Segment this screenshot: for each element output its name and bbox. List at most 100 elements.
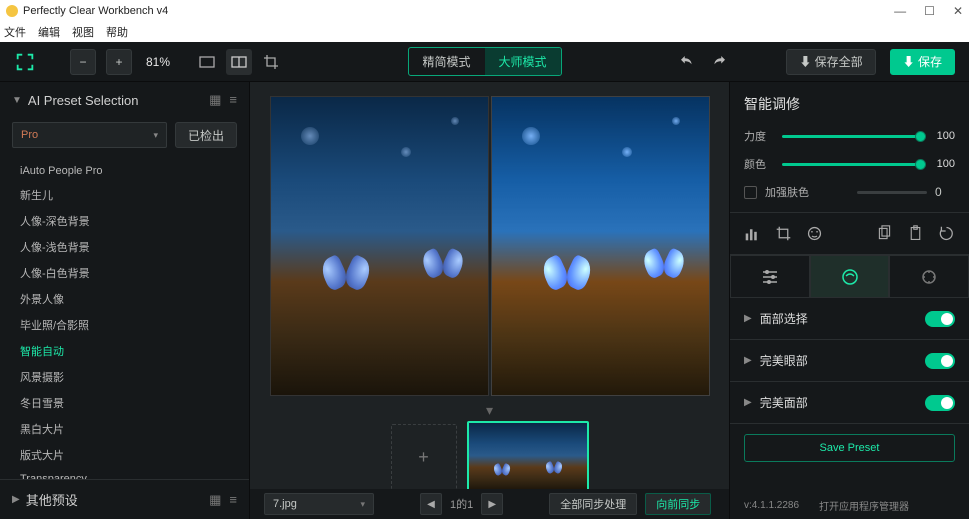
skin-boost-value: 0 — [935, 185, 955, 199]
preset-profile-dropdown[interactable]: Pro ▾ — [12, 122, 167, 148]
preset-item[interactable]: 风景摄影 — [0, 364, 249, 390]
ai-preset-title: AI Preset Selection — [28, 93, 139, 108]
product-logo-icon — [14, 51, 36, 73]
menu-edit[interactable]: 编辑 — [38, 24, 60, 40]
preset-item[interactable]: 新生儿 — [0, 182, 249, 208]
reset-icon[interactable] — [938, 225, 955, 242]
tab-finish[interactable] — [889, 255, 969, 297]
slider-knob[interactable] — [915, 159, 926, 170]
adjust-tabs — [730, 255, 969, 298]
prev-image-button[interactable]: ◀ — [420, 493, 442, 515]
crop-icon[interactable] — [775, 225, 792, 242]
zoom-in-button[interactable]: + — [106, 49, 132, 75]
undo-button[interactable] — [678, 53, 696, 71]
filmstrip: + — [391, 421, 589, 493]
mode-master-tab[interactable]: 大师模式 — [485, 48, 561, 75]
expand-icon: ▶ — [12, 494, 20, 505]
right-panel: 智能调修 力度100颜色100 加强肤色 0 ▶面部选择▶完 — [729, 82, 969, 519]
ai-preset-header[interactable]: ▼ AI Preset Selection ▦ ≡ — [0, 82, 249, 118]
preset-item[interactable]: 冬日雪景 — [0, 390, 249, 416]
image-counter: 1的1 — [450, 496, 473, 512]
thumbnail-selected[interactable] — [467, 421, 589, 493]
skin-boost-checkbox[interactable] — [744, 186, 757, 199]
tab-face[interactable] — [810, 255, 890, 297]
sync-all-button[interactable]: 全部同步处理 — [549, 493, 637, 515]
left-panel: ▼ AI Preset Selection ▦ ≡ Pro ▾ 已检出 iAut… — [0, 82, 250, 519]
preset-item[interactable]: 智能自动 — [0, 338, 249, 364]
window-title: Perfectly Clear Workbench v4 — [23, 5, 168, 17]
minimize-button[interactable]: — — [894, 4, 906, 18]
preview-after — [491, 96, 710, 396]
save-all-button[interactable]: ⬇ 保存全部 — [786, 49, 875, 75]
save-preset-button[interactable]: Save Preset — [744, 434, 955, 462]
zoom-out-button[interactable]: − — [70, 49, 96, 75]
slider-label: 颜色 — [744, 156, 774, 172]
preset-item[interactable]: 人像-浅色背景 — [0, 234, 249, 260]
view-crop-button[interactable] — [258, 49, 284, 75]
other-presets-header[interactable]: ▶ 其他预设 ▦ ≡ — [0, 480, 249, 519]
adjust-section[interactable]: ▶完美眼部 — [730, 340, 969, 382]
preset-item[interactable]: 外景人像 — [0, 286, 249, 312]
menubar: 文件 编辑 视图 帮助 — [0, 22, 969, 42]
preset-item[interactable]: 人像-白色背景 — [0, 260, 249, 286]
redo-button[interactable] — [710, 53, 728, 71]
preview-before — [270, 96, 489, 396]
section-toggle[interactable] — [925, 353, 955, 369]
slider-track[interactable] — [782, 163, 921, 166]
maximize-button[interactable]: ☐ — [924, 4, 935, 18]
preset-item[interactable]: 毕业照/合影照 — [0, 312, 249, 338]
slider-label: 力度 — [744, 128, 774, 144]
tab-sliders[interactable] — [730, 255, 810, 297]
add-image-button[interactable]: + — [391, 424, 457, 490]
app-icon — [6, 5, 18, 17]
close-button[interactable]: ✕ — [953, 4, 963, 18]
preset-item[interactable]: 黑白大片 — [0, 416, 249, 442]
paste-icon[interactable] — [907, 225, 924, 242]
slider-track[interactable] — [782, 135, 921, 138]
view-list-icon[interactable]: ≡ — [229, 492, 237, 508]
mode-simple-tab[interactable]: 精简模式 — [408, 48, 484, 75]
section-label: 面部选择 — [760, 310, 925, 327]
split-preview[interactable] — [270, 96, 710, 396]
top-toolbar: − + 81% 精简模式 大师模式 ⬇ 保存全部 ⬇ 保存 — [0, 42, 969, 82]
save-button[interactable]: ⬇ 保存 — [890, 49, 955, 75]
app-manager-link[interactable]: 打开应用程序管理器 — [819, 498, 909, 513]
preset-item[interactable]: iAuto People Pro — [0, 160, 249, 182]
expand-icon: ▶ — [744, 313, 752, 324]
sync-prev-button[interactable]: 向前同步 — [645, 493, 711, 515]
menu-view[interactable]: 视图 — [72, 24, 94, 40]
preset-item[interactable]: Transparency — [0, 468, 249, 479]
slider-value: 100 — [929, 130, 955, 142]
adjust-section[interactable]: ▶ 面部选择 — [730, 298, 969, 340]
version-label: v:4.1.1.2286 — [744, 500, 799, 511]
view-grid-icon[interactable]: ▦ — [209, 92, 221, 108]
right-footer: v:4.1.1.2286 打开应用程序管理器 — [730, 492, 969, 519]
view-grid-icon[interactable]: ▦ — [209, 492, 221, 508]
dropdown-value: Pro — [21, 129, 38, 141]
slider-knob[interactable] — [915, 131, 926, 142]
next-image-button[interactable]: ▶ — [481, 493, 503, 515]
adjust-panel-title: 智能调修 — [730, 82, 969, 122]
skin-boost-slider[interactable] — [857, 191, 927, 194]
menu-file[interactable]: 文件 — [4, 24, 26, 40]
adjust-section[interactable]: ▶完美面部 — [730, 382, 969, 424]
view-single-button[interactable] — [194, 49, 220, 75]
filename-dropdown[interactable]: 7.jpg ▾ — [264, 493, 374, 515]
histogram-icon[interactable] — [744, 225, 761, 242]
view-list-icon[interactable]: ≡ — [229, 92, 237, 108]
preset-item[interactable]: 版式大片 — [0, 442, 249, 468]
view-split-button[interactable] — [226, 49, 252, 75]
chevron-down-icon[interactable]: ▾ — [486, 402, 493, 419]
filename-label: 7.jpg — [273, 498, 297, 510]
copy-icon[interactable] — [876, 225, 893, 242]
section-toggle[interactable] — [925, 311, 955, 327]
collapse-icon: ▼ — [12, 95, 22, 106]
face-icon[interactable] — [806, 225, 823, 242]
menu-help[interactable]: 帮助 — [106, 24, 128, 40]
section-toggle[interactable] — [925, 395, 955, 411]
tool-icons-row — [730, 212, 969, 255]
preset-item[interactable]: 人像-深色背景 — [0, 208, 249, 234]
window-titlebar: Perfectly Clear Workbench v4 — ☐ ✕ — [0, 0, 969, 22]
other-presets-title: 其他预设 — [26, 490, 78, 509]
detect-button[interactable]: 已检出 — [175, 122, 237, 148]
